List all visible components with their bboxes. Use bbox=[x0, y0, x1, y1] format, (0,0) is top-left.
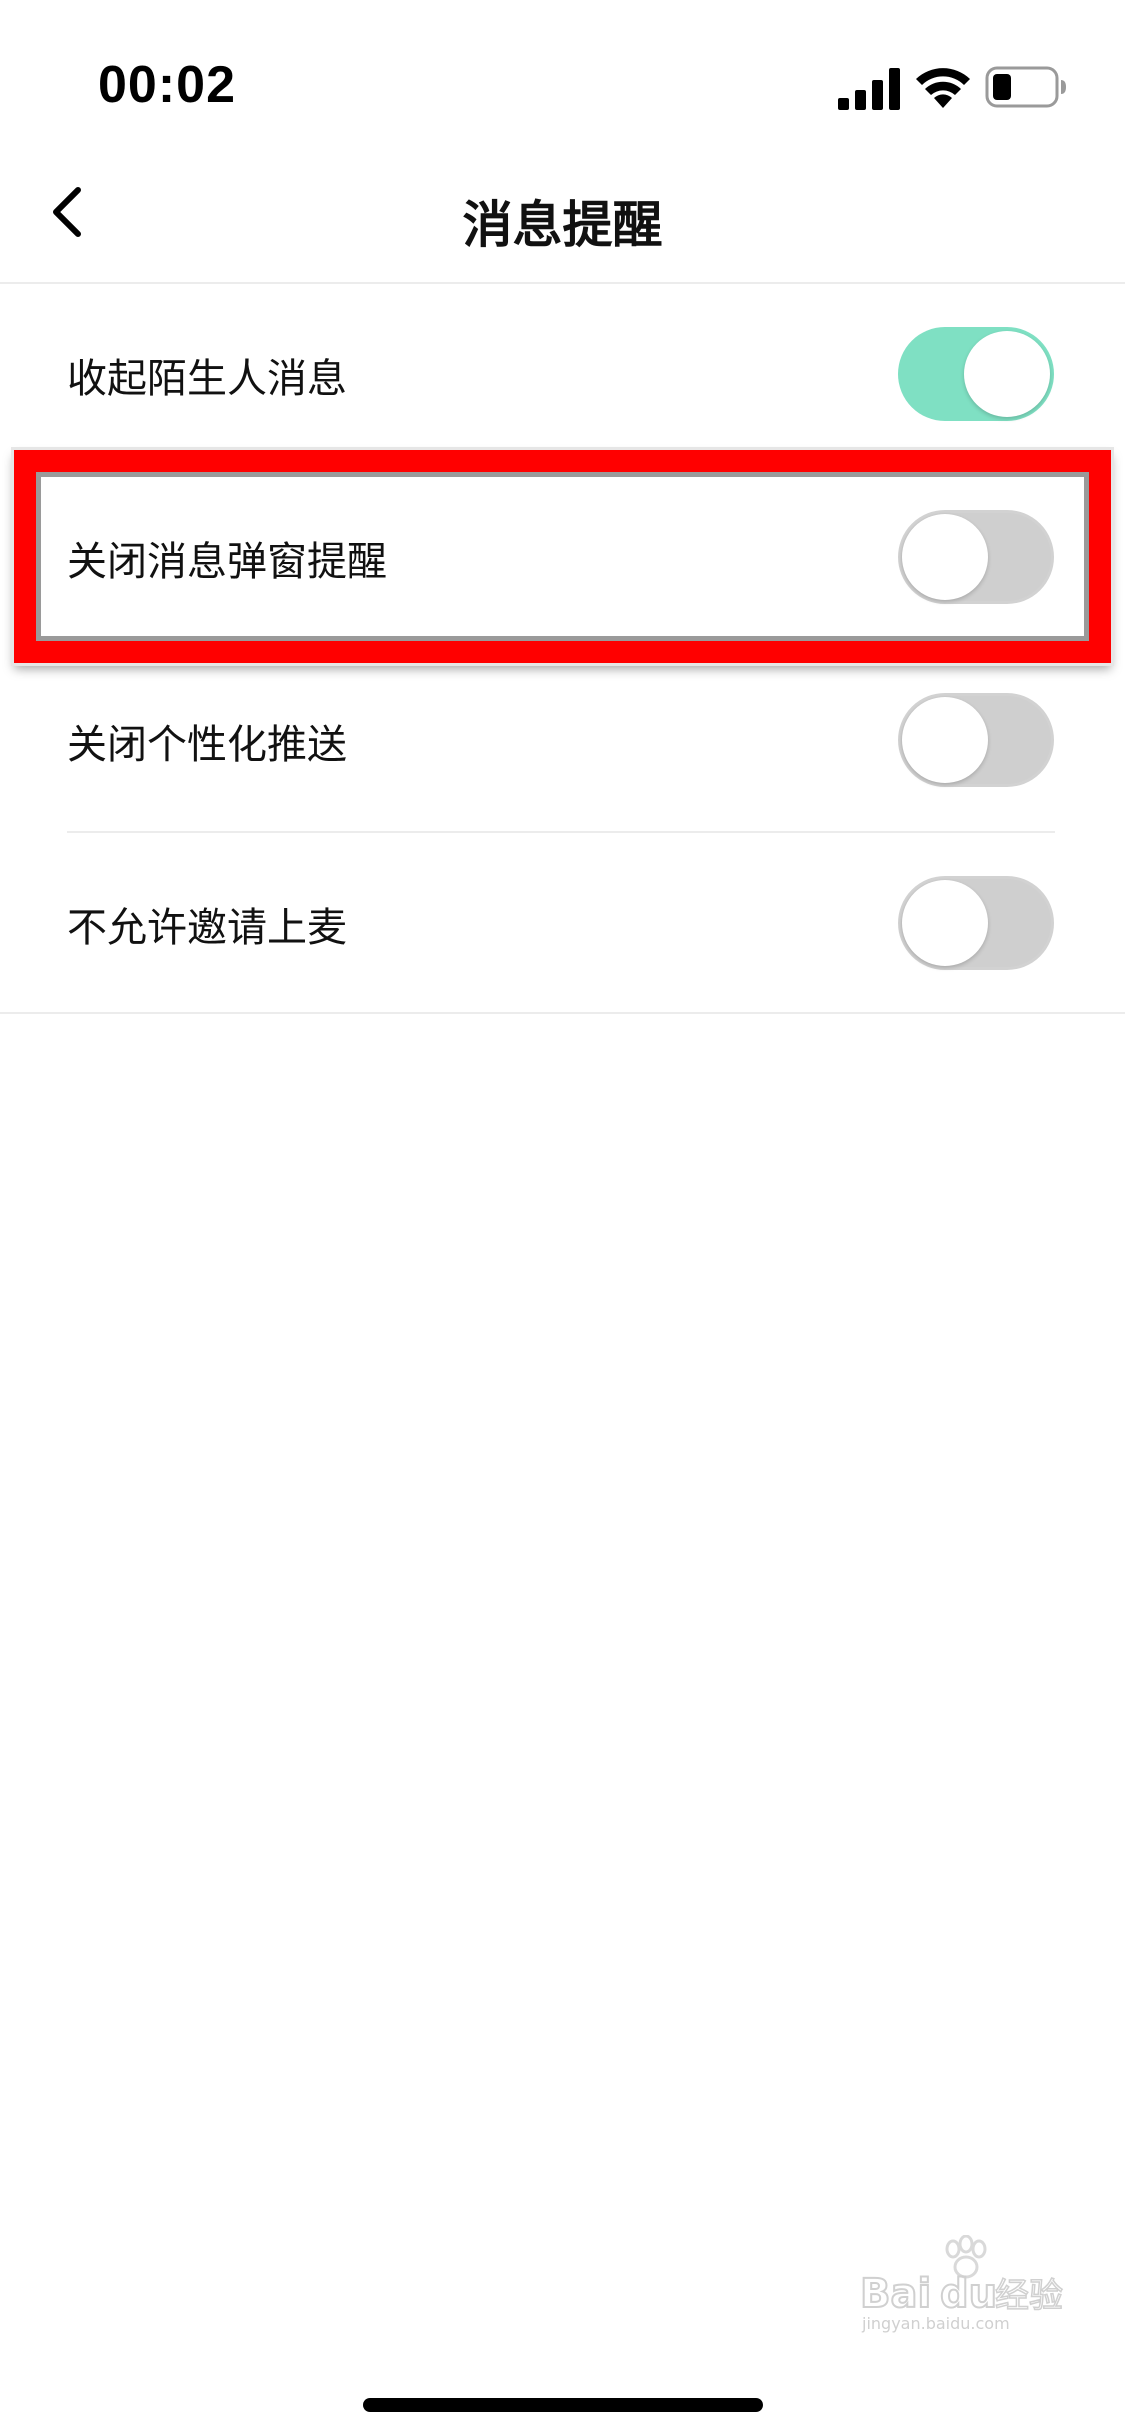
svg-text:Bai: Bai bbox=[860, 2271, 931, 2317]
setting-label: 收起陌生人消息 bbox=[67, 356, 347, 402]
page-title: 消息提醒 bbox=[462, 196, 663, 254]
home-indicator[interactable] bbox=[363, 2398, 763, 2412]
svg-text:jingyan.baidu.com: jingyan.baidu.com bbox=[861, 2314, 1010, 2333]
toggle-knob bbox=[902, 514, 988, 600]
setting-row-close-personalized-push: 关闭个性化推送 bbox=[0, 650, 1125, 833]
battery-icon bbox=[985, 66, 1066, 108]
toggle-knob bbox=[902, 880, 988, 966]
setting-row-close-popup-reminder: 关闭消息弹窗提醒 bbox=[0, 467, 1125, 650]
message-reminder-screen: 00:02 消息提醒 收起陌生人消息 关闭消息弹窗提醒 关闭个性化推送 不允许邀… bbox=[0, 0, 1125, 2436]
setting-label: 不允许邀请上麦 bbox=[67, 905, 347, 951]
close-popup-reminder-toggle[interactable] bbox=[898, 510, 1054, 604]
nav-bar: 消息提醒 bbox=[0, 150, 1125, 284]
wifi-icon bbox=[916, 68, 970, 108]
setting-row-collapse-stranger-messages: 收起陌生人消息 bbox=[0, 284, 1125, 467]
signal-icon bbox=[838, 68, 900, 110]
collapse-stranger-messages-toggle[interactable] bbox=[898, 327, 1054, 421]
toggle-knob bbox=[964, 331, 1050, 417]
disallow-mic-invite-toggle[interactable] bbox=[898, 876, 1054, 970]
setting-label: 关闭消息弹窗提醒 bbox=[67, 539, 387, 585]
baidu-jingyan-watermark: Bai du 经验 jingyan.baidu.com bbox=[860, 2235, 1064, 2333]
svg-text:经验: 经验 bbox=[995, 2276, 1063, 2316]
toggle-knob bbox=[902, 697, 988, 783]
status-bar: 00:02 bbox=[0, 0, 1125, 150]
status-time: 00:02 bbox=[98, 56, 236, 114]
settings-list: 收起陌生人消息 关闭消息弹窗提醒 关闭个性化推送 不允许邀请上麦 bbox=[0, 284, 1125, 1016]
svg-text:du: du bbox=[940, 2271, 997, 2317]
setting-label: 关闭个性化推送 bbox=[67, 722, 347, 768]
list-bottom-divider bbox=[0, 1012, 1125, 1014]
close-personalized-push-toggle[interactable] bbox=[898, 693, 1054, 787]
setting-row-disallow-mic-invite: 不允许邀请上麦 bbox=[0, 833, 1125, 1016]
